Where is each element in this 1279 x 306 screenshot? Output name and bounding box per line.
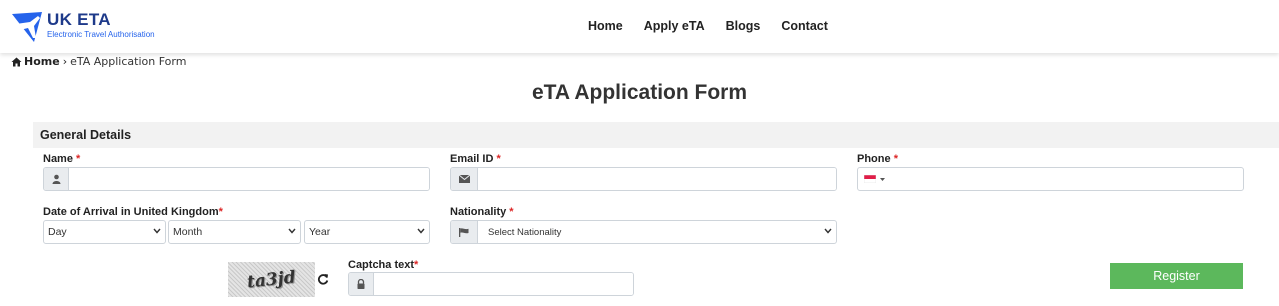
arrival-date-label-text: Date of Arrival in United Kingdom	[43, 206, 219, 218]
day-select[interactable]: Day	[43, 220, 166, 244]
plane-logo-icon[interactable]	[8, 8, 48, 46]
required-marker: *	[76, 153, 81, 165]
nationality-select-group: Select Nationality	[450, 220, 837, 244]
user-icon	[44, 168, 69, 190]
section-title: General Details	[40, 128, 132, 142]
chevron-down-icon	[417, 228, 425, 234]
name-label-text: Name	[43, 153, 73, 165]
nationality-label: Nationality *	[450, 206, 514, 219]
arrival-date-label: Date of Arrival in United Kingdom*	[43, 206, 223, 219]
phone-input[interactable]	[857, 167, 1244, 191]
nationality-label-text: Nationality	[450, 206, 507, 218]
day-select-value: Day	[48, 226, 67, 238]
phone-label-text: Phone	[857, 153, 891, 165]
captcha-label-text: Captcha text	[348, 259, 415, 271]
general-details-section: General Details	[33, 122, 1279, 148]
home-icon	[11, 57, 22, 67]
captcha-input-group	[348, 272, 634, 296]
site-header: UK ETA Electronic Travel Authorisation H…	[0, 0, 1279, 53]
breadcrumb: Home › eTA Application Form	[11, 55, 186, 69]
captcha-image: ta3jd	[228, 262, 315, 297]
register-button[interactable]: Register	[1110, 263, 1243, 289]
captcha-image-text: ta3jd	[246, 267, 297, 292]
envelope-icon	[451, 168, 478, 190]
required-marker: *	[893, 153, 898, 165]
nav-home-link[interactable]: Home	[588, 19, 623, 34]
year-select[interactable]: Year	[304, 220, 430, 244]
breadcrumb-home-label: Home	[24, 55, 60, 68]
email-label: Email ID *	[450, 153, 501, 166]
required-marker: *	[496, 153, 501, 165]
chevron-down-icon	[153, 228, 161, 234]
year-select-value: Year	[309, 226, 331, 238]
month-select-value: Month	[173, 226, 203, 238]
nav-blogs-link[interactable]: Blogs	[726, 19, 761, 34]
required-marker: *	[509, 206, 514, 218]
brand-title: UK ETA	[47, 10, 111, 29]
country-flag-icon[interactable]	[864, 175, 876, 183]
brand[interactable]: UK ETA Electronic Travel Authorisation	[47, 11, 155, 39]
required-marker: *	[414, 259, 419, 271]
breadcrumb-home[interactable]: Home	[11, 55, 60, 69]
email-input[interactable]	[478, 168, 836, 190]
required-marker: *	[218, 206, 223, 218]
flag-icon	[451, 221, 478, 243]
refresh-icon[interactable]	[317, 273, 329, 285]
chevron-down-icon[interactable]	[880, 178, 885, 181]
brand-subtitle: Electronic Travel Authorisation	[47, 30, 155, 39]
nav-apply-eta-link[interactable]: Apply eTA	[644, 19, 705, 34]
captcha-input[interactable]	[374, 273, 633, 295]
page-title: eTA Application Form	[531, 81, 748, 104]
phone-label: Phone *	[857, 153, 898, 166]
name-input-group	[43, 167, 430, 191]
name-label: Name *	[43, 153, 80, 166]
email-label-text: Email ID	[450, 153, 494, 165]
main-nav: Home Apply eTA Blogs Contact	[588, 19, 849, 34]
chevron-down-icon	[288, 228, 296, 234]
lock-icon	[349, 273, 374, 295]
nationality-select[interactable]: Select Nationality	[478, 221, 836, 243]
breadcrumb-current: eTA Application Form	[70, 55, 187, 68]
email-input-group	[450, 167, 837, 191]
breadcrumb-separator: ›	[62, 55, 68, 68]
captcha-label: Captcha text*	[348, 259, 418, 272]
nationality-select-value: Select Nationality	[488, 226, 562, 238]
name-input[interactable]	[69, 168, 429, 190]
nav-contact-link[interactable]: Contact	[781, 19, 828, 34]
chevron-down-icon	[824, 228, 832, 234]
month-select[interactable]: Month	[168, 220, 301, 244]
